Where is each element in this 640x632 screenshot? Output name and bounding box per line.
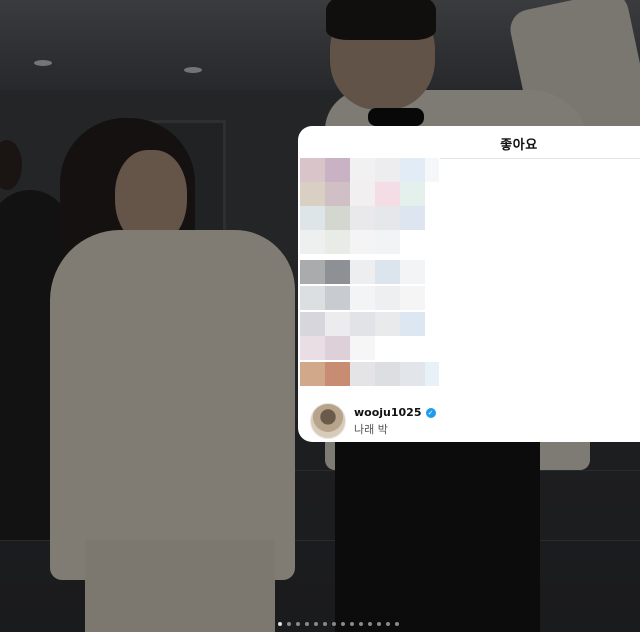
- blur-tile: [350, 206, 375, 230]
- carousel-dot[interactable]: [332, 622, 336, 626]
- carousel-dot[interactable]: [314, 622, 318, 626]
- blur-tile: [300, 336, 325, 360]
- blurred-likes-list: [298, 158, 440, 396]
- blur-tile: [350, 230, 375, 254]
- avatar[interactable]: [310, 403, 346, 439]
- blur-tile: [400, 182, 425, 206]
- carousel-dot[interactable]: [341, 622, 345, 626]
- blur-tile: [375, 362, 400, 386]
- blur-tile: [400, 158, 425, 182]
- verified-badge-icon: ✓: [425, 407, 436, 418]
- blur-tile: [325, 362, 350, 386]
- blur-tile: [300, 206, 325, 230]
- blur-tile: [350, 312, 375, 336]
- blur-tile: [425, 158, 439, 182]
- carousel-dot[interactable]: [350, 622, 354, 626]
- carousel-dot[interactable]: [305, 622, 309, 626]
- panel-title: 좋아요: [500, 137, 538, 153]
- carousel-dot[interactable]: [323, 622, 327, 626]
- blur-tile: [325, 182, 350, 206]
- likes-panel: 좋아요 wooju1025 ✓ 나래 박: [298, 126, 640, 442]
- carousel-dot[interactable]: [395, 622, 399, 626]
- carousel-dot[interactable]: [296, 622, 300, 626]
- blur-tile: [375, 230, 400, 254]
- carousel-dot[interactable]: [287, 622, 291, 626]
- blur-tile: [350, 362, 375, 386]
- panel-divider: [440, 158, 640, 159]
- blur-tile: [400, 312, 425, 336]
- display-name: 나래 박: [354, 423, 388, 436]
- blur-tile: [300, 182, 325, 206]
- blur-tile: [300, 230, 325, 254]
- blur-tile: [400, 206, 425, 230]
- carousel-dot[interactable]: [278, 622, 282, 626]
- carousel-dot[interactable]: [359, 622, 363, 626]
- blur-tile: [325, 158, 350, 182]
- blur-tile: [375, 158, 400, 182]
- blur-tile: [400, 260, 425, 284]
- blur-tile: [300, 158, 325, 182]
- blur-tile: [375, 206, 400, 230]
- blur-tile: [325, 260, 350, 284]
- blur-tile: [350, 260, 375, 284]
- blur-tile: [300, 286, 325, 310]
- blur-tile: [300, 260, 325, 284]
- blur-tile: [325, 230, 350, 254]
- blur-tile: [325, 312, 350, 336]
- blur-tile: [375, 312, 400, 336]
- blur-tile: [375, 182, 400, 206]
- carousel-dot[interactable]: [386, 622, 390, 626]
- blur-tile: [400, 286, 425, 310]
- blur-tile: [325, 206, 350, 230]
- blur-tile: [300, 312, 325, 336]
- liked-user-row[interactable]: wooju1025 ✓ 나래 박: [298, 398, 640, 442]
- username-line[interactable]: wooju1025 ✓: [354, 406, 436, 419]
- blur-tile: [400, 362, 425, 386]
- blur-tile: [300, 362, 325, 386]
- blur-tile: [325, 336, 350, 360]
- carousel-dot[interactable]: [377, 622, 381, 626]
- blur-tile: [350, 158, 375, 182]
- carousel-indicator: [278, 622, 399, 626]
- username[interactable]: wooju1025: [354, 406, 422, 419]
- blur-tile: [375, 260, 400, 284]
- blur-tile: [350, 182, 375, 206]
- blur-tile: [425, 362, 439, 386]
- carousel-dot[interactable]: [368, 622, 372, 626]
- blur-tile: [375, 286, 400, 310]
- blur-tile: [350, 286, 375, 310]
- blur-tile: [350, 336, 375, 360]
- blur-tile: [325, 286, 350, 310]
